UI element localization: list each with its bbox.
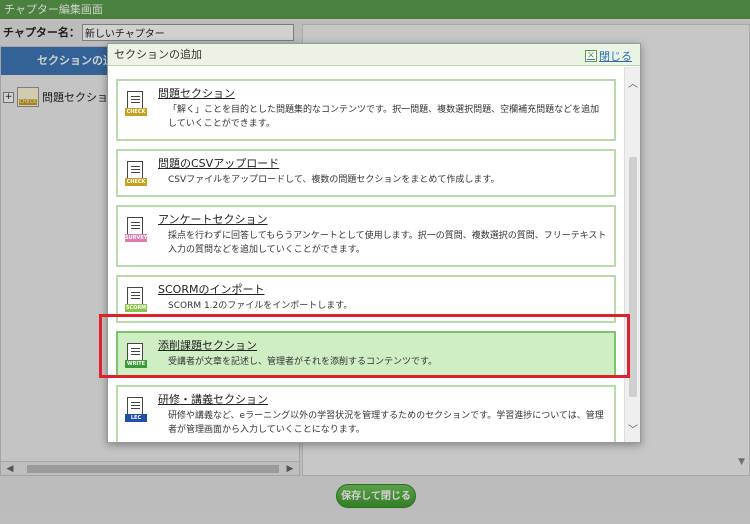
- scroll-down-icon[interactable]: ﹀: [625, 421, 641, 436]
- csv-check-icon: CHECK: [125, 161, 147, 187]
- section-type-description: 採点を行わずに回答してもらうアンケートとして使用します。択一の質問、複数選択の質…: [168, 231, 607, 255]
- section-type-title: 問題セクション: [158, 87, 235, 100]
- section-type-title: アンケートセクション: [158, 213, 268, 226]
- survey-icon: SURVEY: [125, 217, 147, 243]
- highlight-annotation-frame: [99, 314, 630, 378]
- modal-title: セクションの追加: [114, 48, 202, 61]
- section-type-title: 問題のCSVアップロード: [158, 157, 280, 170]
- modal-vertical-scrollbar[interactable]: ︿ ﹀: [624, 67, 640, 442]
- section-type-csv-upload[interactable]: CHECK 問題のCSVアップロード CSVファイルをアップロードして、複数の問…: [116, 149, 616, 197]
- section-type-lecture[interactable]: LEC 研修・講義セクション 研修や講義など、eラーニング以外の学習状況を管理す…: [116, 385, 616, 442]
- modal-header: セクションの追加 × 閉じる: [108, 44, 640, 66]
- add-section-modal: セクションの追加 × 閉じる CHECK 問題セクション 「解く」ことを目的とし…: [107, 43, 641, 443]
- section-type-description: SCORM 1.2のファイルをインポートします。: [168, 301, 353, 311]
- section-type-title: 研修・講義セクション: [158, 393, 268, 406]
- lecture-icon: LEC: [125, 397, 147, 423]
- check-icon: CHECK: [125, 91, 147, 117]
- scrollbar-thumb[interactable]: [629, 157, 637, 397]
- section-type-description: CSVファイルをアップロードして、複数の問題セクションをまとめて作成します。: [168, 175, 500, 185]
- close-button[interactable]: × 閉じる: [585, 48, 632, 64]
- section-type-survey[interactable]: SURVEY アンケートセクション 採点を行わずに回答してもらうアンケートとして…: [116, 205, 616, 267]
- close-icon: ×: [585, 50, 597, 62]
- section-type-description: 「解く」ことを目的とした問題集的なコンテンツです。択一問題、複数選択問題、空欄補…: [168, 105, 600, 129]
- section-type-description: 研修や講義など、eラーニング以外の学習状況を管理するためのセクションです。学習進…: [168, 411, 604, 435]
- section-type-question[interactable]: CHECK 問題セクション 「解く」ことを目的とした問題集的なコンテンツです。択…: [116, 79, 616, 141]
- scroll-up-icon[interactable]: ︿: [625, 75, 641, 90]
- close-label: 閉じる: [599, 50, 632, 63]
- section-type-title: SCORMのインポート: [158, 283, 265, 296]
- scorm-icon: SCORM: [125, 287, 147, 313]
- section-type-list: CHECK 問題セクション 「解く」ことを目的とした問題集的なコンテンツです。択…: [108, 67, 624, 442]
